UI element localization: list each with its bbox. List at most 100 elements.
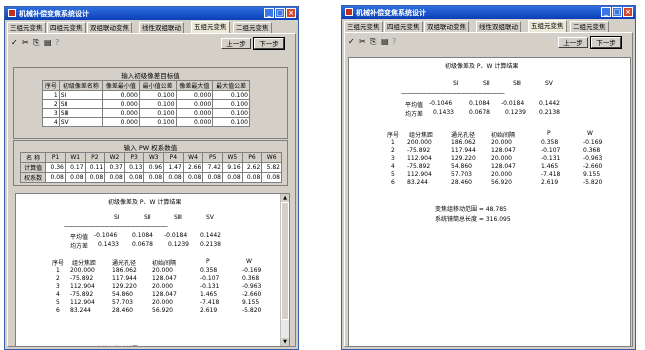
cell-name[interactable]: SⅤ	[58, 117, 104, 127]
mean-value: -0.1046	[94, 232, 118, 239]
table-row: 计算值 0.36 0.17 0.11 0.37 0.13 0.96 1.47 2…	[19, 162, 282, 173]
cell-name[interactable]: SⅡ	[58, 99, 104, 109]
col-header: W5	[222, 152, 243, 163]
check-icon[interactable]: ✓	[11, 37, 18, 49]
close-button[interactable]: ×	[623, 7, 633, 17]
col-header: W6	[261, 152, 282, 163]
cell-weight[interactable]: 0.08	[241, 172, 263, 183]
cell-min-tol[interactable]: 0.100	[138, 108, 177, 118]
help-icon[interactable]: ?	[392, 36, 396, 48]
col-header: W2	[104, 152, 125, 163]
cell-weight[interactable]: 0.08	[261, 172, 282, 183]
pw-weight-group: 输入 PW 权系数值 名 称 P1 W1 P2 W2 P3 W3 P4 W4 P…	[13, 140, 288, 186]
tab-four-group[interactable]: 四组元变焦	[384, 21, 423, 32]
cell-min[interactable]: 0.000	[102, 108, 140, 118]
row-value: 117.944	[451, 147, 476, 154]
cell-max-tol[interactable]: 0.100	[212, 90, 250, 100]
row-value: 1.465	[200, 291, 218, 298]
scroll-thumb[interactable]	[281, 202, 289, 320]
cell-weight[interactable]: 0.08	[163, 172, 184, 183]
copy-icon[interactable]: ⎘	[370, 36, 376, 48]
tab-four-group[interactable]: 四组元变焦	[47, 22, 86, 33]
cell-min-tol[interactable]: 0.100	[138, 90, 177, 100]
cell-weight[interactable]: 0.08	[202, 172, 223, 183]
tab-strip: 三组元变焦 四组元变焦 双组联动变焦 线性双组联动 五组元变焦 二组元变焦	[344, 20, 633, 33]
cell-max[interactable]: 0.000	[175, 108, 214, 118]
row-index: 6	[56, 307, 60, 314]
cell-value: 0.37	[104, 162, 125, 173]
row-value: 186.062	[112, 267, 137, 274]
row-index: 6	[391, 179, 395, 186]
cell-max-tol[interactable]: 0.100	[212, 117, 250, 127]
tab-two-group[interactable]: 二组元变焦	[233, 22, 272, 33]
tab-three-group[interactable]: 三组元变焦	[7, 22, 46, 33]
cell-min[interactable]: 0.000	[102, 90, 140, 100]
check-icon[interactable]: ✓	[348, 36, 355, 48]
row-header: 计算值	[19, 162, 47, 173]
separator-line: ----------------------------------------…	[64, 223, 168, 230]
cell-min-tol[interactable]: 0.100	[138, 117, 177, 127]
help-icon[interactable]: ?	[55, 37, 59, 49]
title-bar[interactable]: 机械补偿变焦系统设计 _ □ ×	[5, 7, 298, 20]
cell-max-tol[interactable]: 0.100	[212, 108, 250, 118]
cell-max[interactable]: 0.000	[175, 117, 214, 127]
cell-min[interactable]: 0.000	[102, 117, 140, 127]
minimize-button[interactable]: _	[264, 8, 274, 18]
cell-weight[interactable]: 0.08	[222, 172, 243, 183]
cell-name[interactable]: SⅢ	[58, 108, 104, 118]
scroll-down-arrow[interactable]: ▼	[281, 338, 289, 346]
maximize-button[interactable]: □	[612, 7, 622, 17]
cell-value: 0.17	[64, 162, 86, 173]
row-value: -75.892	[407, 147, 431, 154]
tab-three-group[interactable]: 三组元变焦	[344, 21, 383, 32]
next-step-button[interactable]: 下一步	[590, 36, 622, 49]
prev-step-button[interactable]: 上一步	[221, 38, 251, 49]
col-header: 序号	[52, 260, 65, 267]
cell-weight[interactable]: 0.08	[123, 172, 145, 183]
cut-icon[interactable]: ✂	[22, 37, 29, 49]
right-window: 机械补偿变焦系统设计 _ □ × 三组元变焦 四组元变焦 双组联动变焦 线性双组…	[341, 5, 636, 350]
minimize-button[interactable]: _	[601, 7, 611, 17]
cell-min-tol[interactable]: 0.100	[138, 99, 177, 109]
cell-max[interactable]: 0.000	[175, 90, 214, 100]
copy-icon[interactable]: ⎘	[33, 37, 39, 49]
table-row: 2 SⅡ 0.000 0.100 0.000 0.100	[42, 99, 250, 109]
cell-max[interactable]: 0.000	[175, 99, 214, 109]
maximize-button[interactable]: □	[275, 8, 285, 18]
cell-weight[interactable]: 0.08	[45, 172, 66, 183]
cell-name[interactable]: SⅠ	[58, 90, 104, 100]
tab-two-group[interactable]: 二组元变焦	[570, 21, 609, 32]
row-value: 112.904	[70, 283, 95, 290]
cell-value: 1.47	[163, 162, 184, 173]
next-step-button[interactable]: 下一步	[253, 37, 285, 50]
cell-weight[interactable]: 0.08	[104, 172, 125, 183]
cell-index: 4	[42, 117, 60, 127]
col-header: 名 称	[19, 152, 47, 163]
prev-step-button[interactable]: 上一步	[558, 37, 588, 48]
cell-weight[interactable]: 0.08	[143, 172, 165, 183]
tab-dual-linked[interactable]: 双组联动变焦	[87, 22, 132, 33]
cut-icon[interactable]: ✂	[359, 36, 366, 48]
total-length-text: 系统镜筒总长度 = 316.095	[435, 216, 511, 223]
row-value: 20.000	[491, 139, 512, 146]
col-header: P3	[123, 152, 145, 163]
std-label: 均方差	[405, 111, 424, 118]
close-button[interactable]: ×	[286, 8, 296, 18]
pw-weight-table: 名 称 P1 W1 P2 W2 P3 W3 P4 W4 P5 W5 P6 W6 …	[19, 152, 282, 183]
cell-weight[interactable]: 0.08	[84, 172, 106, 183]
tab-linear-dual[interactable]: 线性双组联动	[139, 22, 184, 33]
cell-weight[interactable]: 0.08	[182, 172, 204, 183]
vertical-scrollbar[interactable]: ▲ ▼	[280, 194, 289, 346]
result-textbox[interactable]: 初级像差及 P、W 计算结果 SⅠ SⅡ SⅢ SⅤ -------------…	[15, 193, 290, 347]
paste-icon[interactable]: ▤	[44, 37, 52, 49]
cell-weight[interactable]: 0.08	[64, 172, 86, 183]
result-textbox[interactable]: 初级像差及 P、W 计算结果 SⅠ SⅡ SⅢ SⅤ -------------…	[348, 57, 631, 347]
row-value: -0.131	[541, 155, 561, 162]
tab-dual-linked[interactable]: 双组联动变焦	[424, 21, 469, 32]
tab-linear-dual[interactable]: 线性双组联动	[476, 21, 521, 32]
title-bar[interactable]: 机械补偿变焦系统设计 _ □ ×	[342, 6, 635, 19]
scroll-up-arrow[interactable]: ▲	[281, 194, 289, 202]
cell-max-tol[interactable]: 0.100	[212, 99, 250, 109]
cell-min[interactable]: 0.000	[102, 99, 140, 109]
paste-icon[interactable]: ▤	[381, 36, 389, 48]
